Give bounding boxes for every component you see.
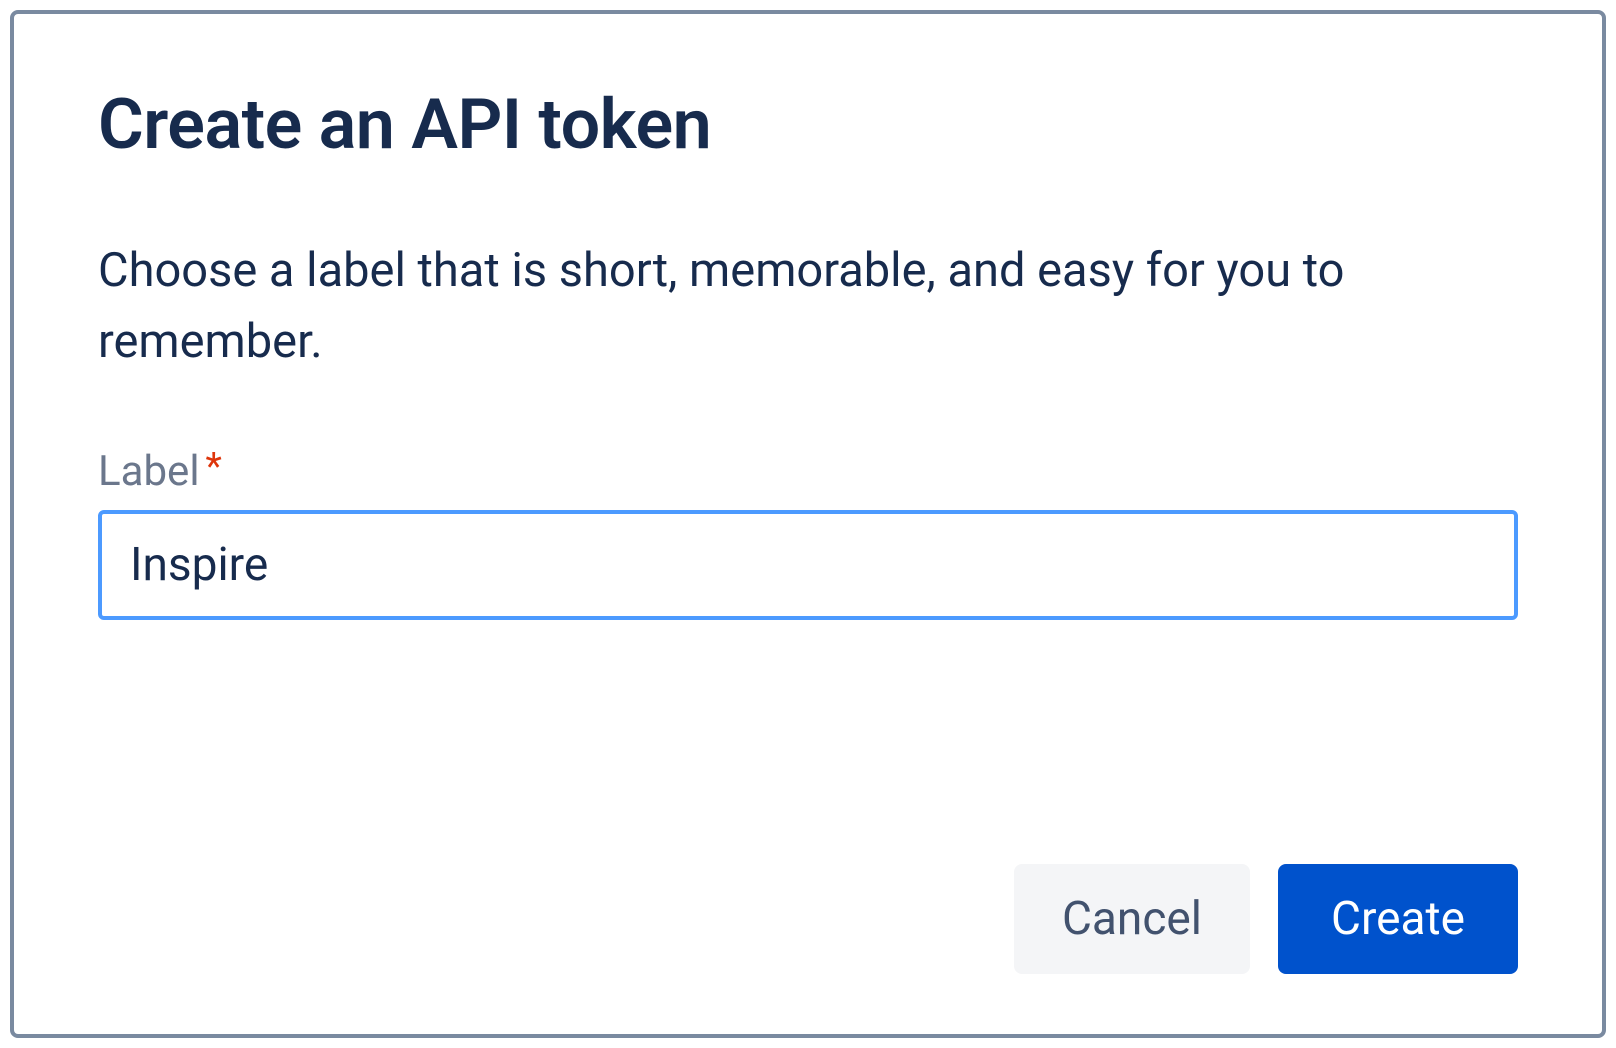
cancel-button[interactable]: Cancel [1014, 864, 1250, 974]
dialog-title: Create an API token [98, 84, 1518, 166]
create-api-token-dialog: Create an API token Choose a label that … [10, 10, 1606, 1038]
required-asterisk-icon: * [206, 445, 222, 489]
label-field-label: Label [98, 447, 200, 496]
label-input[interactable] [98, 510, 1518, 620]
label-field-row: Label * [98, 447, 1518, 496]
dialog-description: Choose a label that is short, memorable,… [98, 236, 1498, 377]
create-button[interactable]: Create [1278, 864, 1518, 974]
dialog-button-row: Cancel Create [98, 824, 1518, 974]
